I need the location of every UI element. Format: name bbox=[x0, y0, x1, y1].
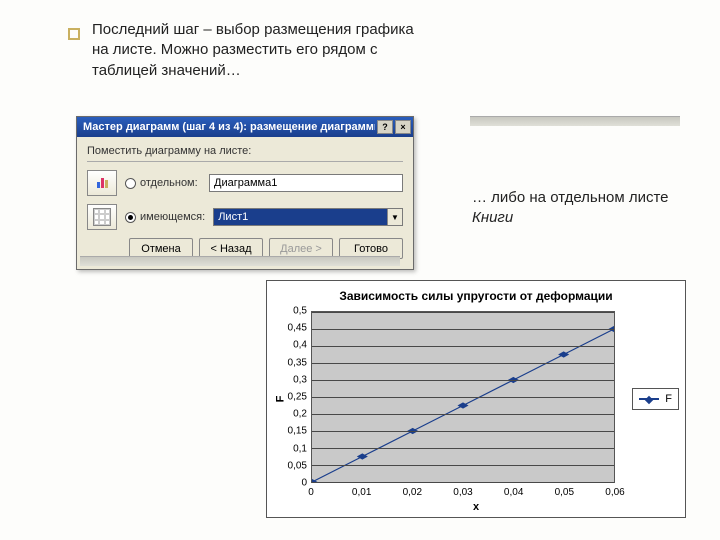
combo-arrow-icon[interactable]: ▼ bbox=[387, 209, 402, 225]
y-tick-label: 0,2 bbox=[293, 409, 307, 420]
dialog-title: Мастер диаграмм (шаг 4 из 4): размещение… bbox=[83, 121, 375, 133]
radio-existing-label: имеющемся: bbox=[140, 211, 205, 223]
y-tick-label: 0,5 bbox=[293, 306, 307, 317]
existing-sheet-value: Лист1 bbox=[214, 209, 387, 225]
x-tick-label: 0,06 bbox=[605, 487, 624, 498]
x-tick-label: 0,02 bbox=[403, 487, 422, 498]
x-tick-label: 0 bbox=[308, 487, 314, 498]
y-tick-label: 0,25 bbox=[288, 392, 307, 403]
y-tick-label: 0,1 bbox=[293, 443, 307, 454]
aside-text: … либо на отдельном листе Книги bbox=[472, 188, 672, 229]
dialog-titlebar: Мастер диаграмм (шаг 4 из 4): размещение… bbox=[77, 117, 413, 137]
option-row-existing: имеющемся: Лист1 ▼ bbox=[87, 204, 403, 230]
chart-wizard-dialog: Мастер диаграмм (шаг 4 из 4): размещение… bbox=[76, 116, 414, 270]
grid-line bbox=[312, 465, 614, 466]
y-tick-label: 0,45 bbox=[288, 323, 307, 334]
y-tick-label: 0 bbox=[301, 478, 307, 489]
legend: F bbox=[632, 388, 679, 410]
grid-line bbox=[312, 482, 614, 483]
option-row-separate: отдельном: Диаграмма1 bbox=[87, 170, 403, 196]
radio-separate[interactable]: отдельном: bbox=[125, 177, 201, 189]
intro-text: Последний шаг – выбор размещения графика… bbox=[92, 20, 432, 81]
grid-line bbox=[312, 397, 614, 398]
y-axis-label: F bbox=[274, 396, 286, 403]
legend-swatch-icon bbox=[639, 398, 659, 400]
x-axis-label: x bbox=[473, 501, 479, 513]
y-tick-label: 0,35 bbox=[288, 357, 307, 368]
chart-sheet-icon bbox=[87, 170, 117, 196]
y-tick-label: 0,3 bbox=[293, 374, 307, 385]
group-label: Поместить диаграмму на листе: bbox=[87, 145, 403, 157]
y-tick-label: 0,4 bbox=[293, 340, 307, 351]
grid-line bbox=[312, 414, 614, 415]
grid-line bbox=[312, 346, 614, 347]
help-button[interactable]: ? bbox=[377, 120, 393, 134]
chart-preview: Зависимость силы упругости от деформации… bbox=[266, 280, 686, 518]
grid-line bbox=[312, 431, 614, 432]
x-tick-label: 0,04 bbox=[504, 487, 523, 498]
group-divider bbox=[87, 161, 403, 162]
chart-body: 00,050,10,150,20,250,30,350,40,450,500,0… bbox=[311, 311, 615, 483]
radio-separate-label: отдельном: bbox=[140, 177, 198, 189]
decorative-stripe bbox=[470, 116, 680, 126]
grid-line bbox=[312, 380, 614, 381]
grid-line bbox=[312, 363, 614, 364]
separate-sheet-input[interactable]: Диаграмма1 bbox=[209, 174, 403, 192]
close-button[interactable]: × bbox=[395, 120, 411, 134]
x-tick-label: 0,05 bbox=[555, 487, 574, 498]
radio-existing[interactable]: имеющемся: bbox=[125, 211, 205, 223]
y-tick-label: 0,05 bbox=[288, 460, 307, 471]
slide-bullet-icon bbox=[68, 28, 80, 40]
x-tick-label: 0,03 bbox=[453, 487, 472, 498]
worksheet-icon bbox=[87, 204, 117, 230]
plot-area bbox=[311, 311, 615, 483]
grid-line bbox=[312, 448, 614, 449]
decorative-stripe bbox=[80, 256, 400, 266]
legend-label: F bbox=[665, 393, 672, 405]
y-tick-label: 0,15 bbox=[288, 426, 307, 437]
existing-sheet-combo[interactable]: Лист1 ▼ bbox=[213, 208, 403, 226]
grid-line bbox=[312, 329, 614, 330]
chart-title: Зависимость силы упругости от деформации bbox=[267, 281, 685, 305]
x-tick-label: 0,01 bbox=[352, 487, 371, 498]
grid-line bbox=[312, 312, 614, 313]
